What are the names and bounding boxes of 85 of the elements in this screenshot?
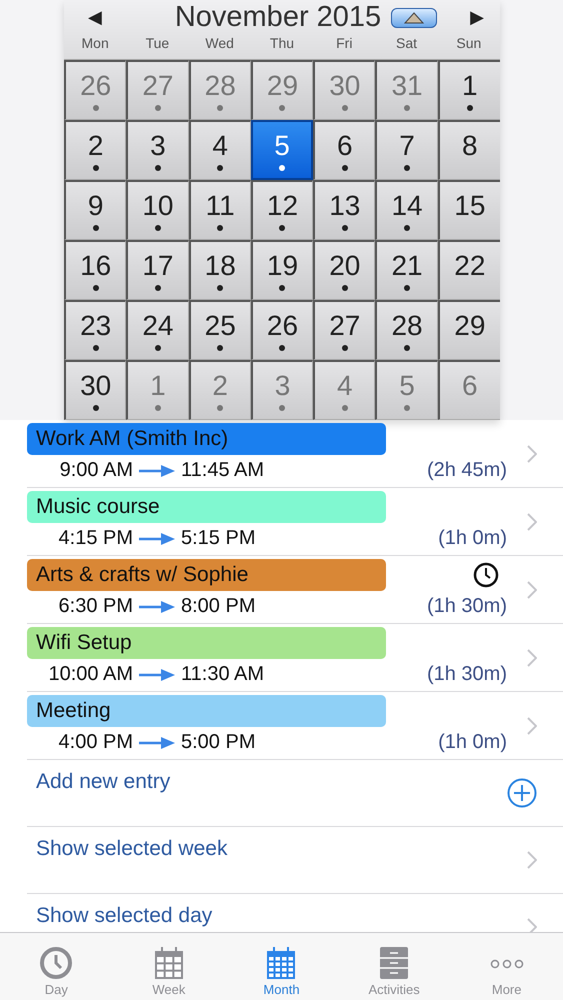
clock-icon: [39, 946, 74, 980]
day-cell[interactable]: 30: [64, 360, 126, 420]
start-time: 9:00 AM: [58, 459, 133, 482]
duration: (1h 30m): [426, 595, 507, 618]
entry-title: Wifi Setup: [27, 626, 386, 658]
entry-title: Music course: [27, 490, 386, 522]
entry-row[interactable]: Music course 4:15 PM 5:15 PM (1h 0m): [27, 488, 563, 556]
day-cell[interactable]: 2: [64, 120, 126, 180]
start-time: 6:30 PM: [58, 595, 133, 618]
day-cell[interactable]: 13: [313, 180, 376, 240]
day-cell[interactable]: 27: [313, 300, 376, 360]
weekday-label: Fri: [335, 35, 354, 54]
day-cell[interactable]: 5: [250, 120, 314, 180]
day-cell[interactable]: 29: [438, 300, 500, 360]
day-cell[interactable]: 22: [438, 240, 500, 300]
next-month-button[interactable]: ▶: [470, 7, 484, 28]
day-cell[interactable]: 14: [375, 180, 438, 240]
entry-row[interactable]: Arts & crafts w/ Sophie 6:30 PM 8:00 PM (1h 30m): [27, 556, 563, 624]
chevron-icon: [527, 851, 537, 869]
day-cell[interactable]: 20: [313, 240, 376, 300]
cabinet-icon: [379, 946, 410, 980]
weekday-label: Sat: [395, 35, 418, 54]
day-cell[interactable]: 16: [64, 240, 126, 300]
chevron-icon: [527, 580, 537, 598]
add-icon: [507, 778, 537, 808]
day-cell[interactable]: 8: [438, 120, 500, 180]
arrow-icon: [139, 736, 175, 748]
entry-title: Meeting: [27, 694, 386, 726]
day-cell[interactable]: 12: [250, 180, 314, 240]
collapse-button[interactable]: [391, 8, 438, 28]
entry-row[interactable]: Meeting 4:00 PM 5:00 PM (1h 0m): [27, 692, 563, 760]
weekday-label: Wed: [204, 35, 235, 54]
chevron-icon: [527, 444, 537, 462]
entry-title: Work AM (Smith Inc): [27, 422, 386, 454]
arrow-icon: [139, 668, 175, 680]
day-cell[interactable]: 4: [188, 120, 251, 180]
day-cell[interactable]: 1: [438, 60, 500, 120]
action-row[interactable]: Add new entry: [27, 760, 563, 827]
end-time: 11:30 AM: [181, 663, 264, 686]
day-cell[interactable]: 28: [375, 300, 438, 360]
day-cell[interactable]: 19: [250, 240, 314, 300]
entry-row[interactable]: Wifi Setup 10:00 AM 11:30 AM (1h 30m): [27, 624, 563, 692]
duration: (2h 45m): [426, 459, 507, 482]
day-cell[interactable]: 15: [438, 180, 500, 240]
previous-month-button[interactable]: ◀: [88, 7, 102, 28]
start-time: 4:00 PM: [58, 731, 133, 754]
weekday-label: Sun: [455, 35, 482, 54]
duration: (1h 0m): [438, 527, 507, 550]
entry-title: Arts & crafts w/ Sophie: [27, 558, 386, 590]
day-cell[interactable]: 24: [126, 300, 189, 360]
chevron-icon: [527, 716, 537, 734]
triangle-icon: [404, 12, 424, 24]
day-cell[interactable]: 25: [188, 300, 251, 360]
weekday-label: Thu: [268, 35, 296, 54]
day-cell[interactable]: 21: [375, 240, 438, 300]
action-row[interactable]: Show selected week: [27, 827, 563, 894]
day-cell[interactable]: 9: [64, 180, 126, 240]
end-time: 5:15 PM: [181, 527, 256, 550]
day-cell[interactable]: 3: [126, 120, 189, 180]
chevron-icon: [527, 512, 537, 530]
arrow-icon: [139, 532, 175, 544]
day-cell[interactable]: 17: [126, 240, 189, 300]
day-cell[interactable]: 23: [64, 300, 126, 360]
month-title: November 2015: [174, 1, 382, 34]
tab-bar-item[interactable]: Month: [225, 933, 338, 1000]
entry-row[interactable]: Work AM (Smith Inc) 9:00 AM 11:45 AM (2h 45m): [27, 420, 563, 488]
arrow-icon: [139, 600, 175, 612]
day-cell[interactable]: 7: [375, 120, 438, 180]
day-cell[interactable]: 18: [188, 240, 251, 300]
chevron-icon: [527, 648, 537, 666]
weekday-label: Mon: [80, 35, 110, 54]
start-time: 10:00 AM: [47, 663, 133, 686]
duration: (1h 0m): [438, 731, 507, 754]
end-time: 5:00 PM: [181, 731, 256, 754]
more-icon: [490, 958, 524, 970]
weekday-label: Tue: [144, 35, 170, 54]
day-cell[interactable]: 26: [250, 300, 314, 360]
day-cell[interactable]: 10: [126, 180, 189, 240]
end-time: 11:45 AM: [181, 459, 264, 482]
day-cell[interactable]: 6: [313, 120, 376, 180]
start-time: 4:15 PM: [58, 527, 133, 550]
arrow-icon: [139, 464, 175, 476]
duration: (1h 30m): [426, 663, 507, 686]
end-time: 8:00 PM: [181, 595, 256, 618]
day-cell[interactable]: 11: [188, 180, 251, 240]
